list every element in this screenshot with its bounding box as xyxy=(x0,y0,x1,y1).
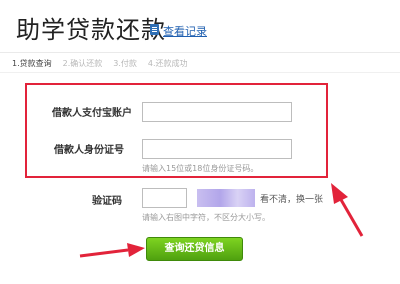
captcha-refresh-link[interactable]: 看不清，换一张 xyxy=(260,192,323,205)
step-1: 1.贷款查询 xyxy=(12,59,52,68)
captcha-image[interactable] xyxy=(197,189,255,207)
query-repayment-button[interactable]: 查询还贷信息 xyxy=(146,237,243,261)
arrow-to-button-icon xyxy=(79,243,145,258)
id-number-hint: 请输入15位或18位身份证号码。 xyxy=(142,164,259,173)
header-divider xyxy=(0,52,400,53)
page-title: 助学贷款还款 xyxy=(16,16,166,44)
record-icon[interactable] xyxy=(150,24,159,35)
steps-divider xyxy=(0,72,400,73)
step-indicator: 1.贷款查询 2.确认还款 3.付款 4.还款成功 xyxy=(12,58,199,69)
step-2: 2.确认还款 xyxy=(62,59,103,68)
step-3: 3.付款 xyxy=(113,59,137,68)
alipay-account-input[interactable] xyxy=(142,102,292,122)
view-records-link[interactable]: 查看记录 xyxy=(163,23,207,39)
captcha-input[interactable] xyxy=(142,188,187,208)
id-number-input[interactable] xyxy=(142,139,292,159)
id-number-label: 借款人身份证号 xyxy=(54,145,124,156)
captcha-label: 验证码 xyxy=(92,196,122,207)
captcha-hint: 请输入右图中字符，不区分大小写。 xyxy=(142,213,270,222)
arrow-to-box-icon xyxy=(331,183,364,237)
step-4: 4.还款成功 xyxy=(147,59,188,68)
alipay-account-label: 借款人支付宝账户 xyxy=(52,108,132,119)
